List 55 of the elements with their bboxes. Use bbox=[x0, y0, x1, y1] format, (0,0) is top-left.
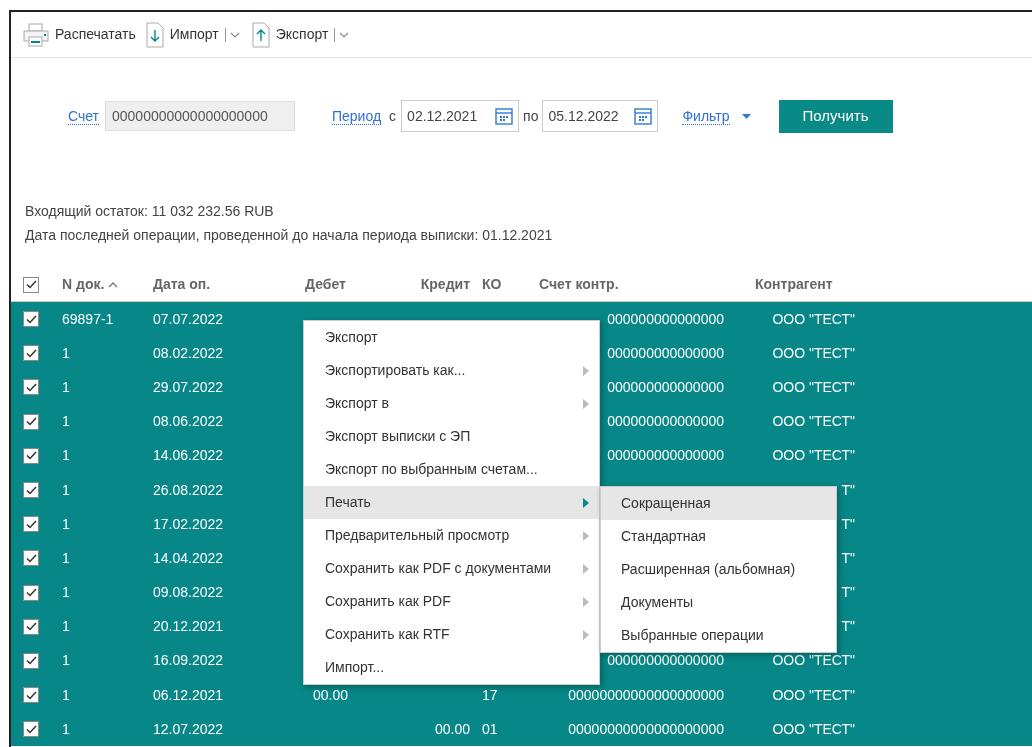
table-cell: 12.07.2022 bbox=[153, 720, 224, 737]
from-label: с bbox=[389, 106, 397, 126]
table-cell: 06.12.2021 bbox=[153, 686, 224, 703]
to-label: по bbox=[523, 106, 539, 126]
table-cell: 1 bbox=[62, 618, 70, 635]
table-cell: 16.09.2022 bbox=[153, 652, 224, 669]
table-cell: Т" bbox=[841, 618, 855, 635]
table-cell: ООО "ТЕСТ" bbox=[772, 378, 855, 395]
table-cell: 69897-1 bbox=[62, 310, 114, 327]
table-cell: ООО "ТЕСТ" bbox=[772, 652, 855, 669]
table-cell: 00000000000000000000 bbox=[568, 720, 724, 737]
table-cell: ООО "ТЕСТ" bbox=[772, 447, 855, 464]
table-cell: 1 bbox=[62, 515, 70, 532]
table-cell: 17.02.2022 bbox=[153, 515, 224, 532]
table-cell: Т" bbox=[841, 584, 855, 601]
table-cell: 1 bbox=[62, 686, 70, 703]
table-cell: ООО "ТЕСТ" bbox=[772, 413, 855, 430]
info-text: Дата последней операции, проведенной до начала периода выписки: 01.12.2021 bbox=[25, 226, 554, 244]
table-cell: 26.08.2022 bbox=[153, 481, 224, 498]
table-cell: ООО "ТЕСТ" bbox=[772, 686, 855, 703]
table-cell: 000000000000000 bbox=[607, 413, 724, 430]
table-cell: Т" bbox=[841, 515, 855, 532]
table-cell: Т" bbox=[841, 481, 855, 498]
table-cell: 1 bbox=[62, 652, 70, 669]
table-cell: 1 bbox=[62, 720, 70, 737]
table-cell: 00000000000000000000 bbox=[568, 686, 724, 703]
table-cell: 00.00 bbox=[313, 686, 349, 703]
table-cell: 20.12.2021 bbox=[153, 618, 224, 635]
table-cell: 00.00 bbox=[434, 720, 470, 737]
table-cell: 1 bbox=[62, 344, 70, 361]
info-text: Входящий остаток: 11 032 232.56 RUB bbox=[25, 202, 275, 220]
table-cell: 08.06.2022 bbox=[153, 413, 224, 430]
table-cell: 1 bbox=[62, 413, 70, 430]
table-cell: 29.07.2022 bbox=[153, 378, 224, 395]
table-cell: 14.04.2022 bbox=[153, 549, 224, 566]
table-cell: 000000000000000 bbox=[607, 378, 724, 395]
table-cell: 09.08.2022 bbox=[153, 584, 224, 601]
table-cell: 1 bbox=[62, 549, 70, 566]
table-cell: 1 bbox=[62, 481, 70, 498]
table-cell: 000000000000000 bbox=[607, 310, 724, 327]
table-cell: 14.06.2022 bbox=[153, 447, 224, 464]
table-cell: 1 bbox=[62, 447, 70, 464]
table-cell: 000000000000000 bbox=[607, 652, 724, 669]
table-cell: 07.07.2022 bbox=[153, 310, 224, 327]
table-cell: ООО "ТЕСТ" bbox=[772, 344, 855, 361]
table-cell: 1 bbox=[62, 378, 70, 395]
table-cell: 17 bbox=[482, 686, 498, 703]
table-cell: 01 bbox=[482, 720, 498, 737]
table-cell: 08.02.2022 bbox=[153, 344, 224, 361]
table-cell: 000000000000000 bbox=[607, 344, 724, 361]
table-cell: 000000000000000 bbox=[607, 447, 724, 464]
table-cell: ООО "ТЕСТ" bbox=[772, 310, 855, 327]
table-cell: Т" bbox=[841, 549, 855, 566]
table-cell: ООО "ТЕСТ" bbox=[772, 720, 855, 737]
table-cell: 1 bbox=[62, 584, 70, 601]
